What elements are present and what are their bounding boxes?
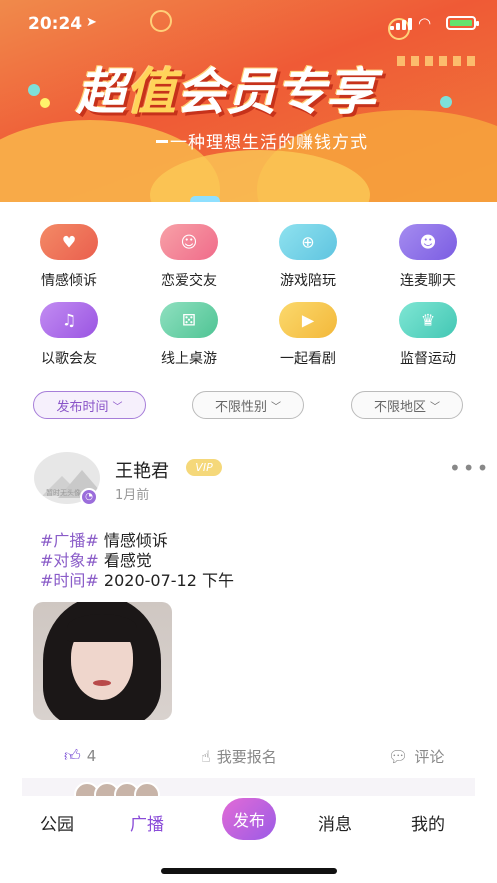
tab-park[interactable]: 公园 <box>40 810 74 835</box>
category-dating[interactable]: ☺ 恋爱交友 <box>134 224 244 290</box>
status-bar: 20:24 ➤ ◠ <box>0 0 497 44</box>
category-exercise[interactable]: ♛ 监督运动 <box>373 302 483 368</box>
heart-chat-icon: ♥ <box>40 224 98 260</box>
category-voice-chat[interactable]: ☻ 连麦聊天 <box>373 224 483 290</box>
hand-pointer-icon: ☝ <box>201 747 211 766</box>
like-button[interactable]: 👍︎ 4 <box>64 746 96 766</box>
post-photo[interactable] <box>33 602 172 720</box>
category-watch-together[interactable]: ▶ 一起看剧 <box>253 302 363 368</box>
chevron-down-icon: ﹀ <box>271 401 281 413</box>
music-note-icon: ♫ <box>40 302 98 338</box>
filter-gender[interactable]: 不限性别 ﹀ <box>192 391 304 419</box>
banner-title: 超值会员专享 <box>76 63 376 121</box>
more-options-icon[interactable]: ••• <box>449 456 490 480</box>
dice-icon: ⚄ <box>160 302 218 338</box>
tab-messages[interactable]: 消息 <box>318 810 352 835</box>
post-username[interactable]: 王艳君 <box>115 457 169 483</box>
tab-mine[interactable]: 我的 <box>411 810 445 835</box>
robot-chat-icon: ☻ <box>399 224 457 260</box>
video-camera-icon: ▶ <box>279 302 337 338</box>
publish-button[interactable]: 发布 <box>222 798 276 840</box>
tab-broadcast[interactable]: 广播 <box>130 810 164 835</box>
category-emotion[interactable]: ♥ 情感倾诉 <box>14 224 124 290</box>
app-screen: 超值会员专享 一种理想生活的赚钱方式 20:24 ➤ ◠ ♥ 情感倾诉 ☺ 恋爱… <box>0 0 497 883</box>
filter-region[interactable]: 不限地区 ﹀ <box>351 391 463 419</box>
category-gaming[interactable]: ⊕ 游戏陪玩 <box>253 224 363 290</box>
comment-bubble-icon: 💬︎ <box>388 747 409 766</box>
category-singing[interactable]: ♫ 以歌会友 <box>14 302 124 368</box>
home-indicator <box>161 868 337 874</box>
vip-badge: VIP <box>186 459 222 476</box>
status-time: 20:24 <box>28 14 83 34</box>
banner-subtitle: 一种理想生活的赚钱方式 <box>170 133 368 153</box>
category-board-games[interactable]: ⚄ 线上桌游 <box>134 302 244 368</box>
thumbs-up-icon: 👍︎ <box>64 746 81 765</box>
chevron-down-icon: ﹀ <box>430 401 440 413</box>
crown-icon: ♛ <box>399 302 457 338</box>
gamepad-icon: ⊕ <box>279 224 337 260</box>
wifi-icon: ◠ <box>418 14 432 32</box>
location-arrow-icon: ➤ <box>86 15 97 30</box>
cellular-signal-icon <box>390 18 412 30</box>
smile-heart-icon: ☺ <box>160 224 218 260</box>
filter-publish-time[interactable]: 发布时间 ﹀ <box>33 391 146 419</box>
signup-button[interactable]: ☝ 我要报名 <box>201 746 277 767</box>
search-badge-icon: ◔ <box>80 488 98 506</box>
post-time: 1月前 <box>115 488 150 503</box>
post-line-time: #时间# 2020-07-12 下午 <box>40 571 234 590</box>
comment-button[interactable]: 💬︎ 评论 <box>388 746 444 767</box>
chevron-down-icon: ﹀ <box>112 401 123 413</box>
battery-icon <box>446 16 479 30</box>
